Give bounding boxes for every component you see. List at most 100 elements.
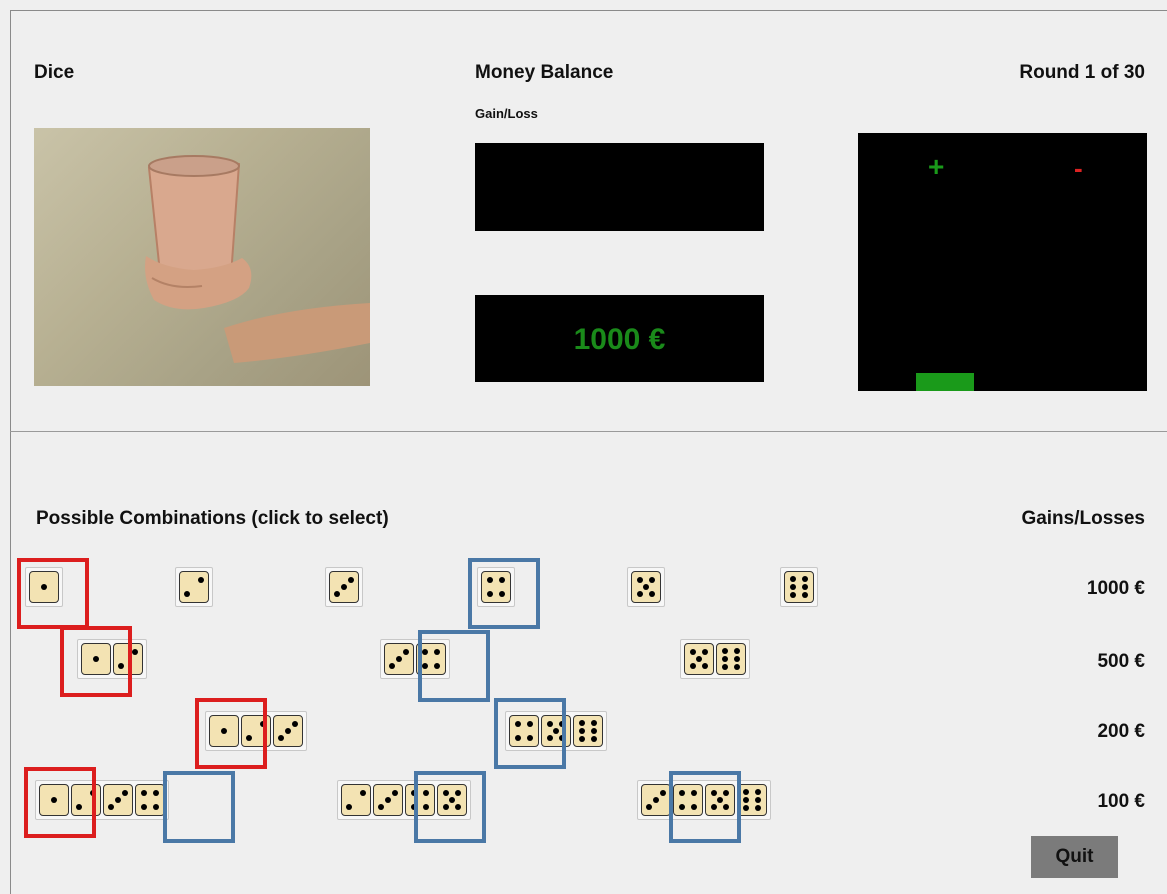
die-pip (410, 803, 417, 810)
die-pip (455, 790, 462, 797)
die-pip (140, 790, 147, 797)
amount-row-1: 1000 € (1086, 578, 1145, 599)
combination-button[interactable] (77, 639, 147, 679)
die-pip (691, 790, 698, 797)
minus-icon: - (1074, 153, 1083, 183)
die-pip (733, 656, 740, 662)
die-pip (722, 663, 729, 670)
combination-button[interactable] (680, 639, 750, 679)
die-pip (559, 721, 566, 728)
die-pip (499, 590, 506, 597)
die-pip (285, 728, 291, 734)
die-pip (659, 789, 666, 796)
die-pip (259, 720, 266, 727)
die-pip (41, 584, 47, 590)
die-pip (743, 797, 750, 803)
die-face-1-icon (29, 571, 59, 603)
combination-button[interactable] (35, 780, 169, 820)
die-face-5-icon (684, 643, 714, 675)
die-pip (702, 662, 709, 669)
combination-button[interactable] (380, 639, 450, 679)
combination-button[interactable] (337, 780, 471, 820)
die-pip (449, 797, 455, 803)
combination-button[interactable] (325, 567, 363, 607)
die-pip (590, 720, 597, 727)
die-face-4-icon (135, 784, 165, 816)
die-pip (197, 576, 204, 583)
die-pip (801, 591, 808, 598)
die-face-3-icon (103, 784, 133, 816)
die-face-2-icon (113, 643, 143, 675)
combination-button[interactable] (477, 567, 515, 607)
die-pip (743, 804, 750, 811)
die-face-5-icon (705, 784, 735, 816)
die-pip (678, 803, 685, 810)
combination-button[interactable] (505, 711, 607, 751)
die-pip (246, 735, 253, 742)
combinations-title: Possible Combinations (click to select) (36, 508, 389, 529)
gain-loss-indicator: + - (858, 133, 1147, 391)
die-pip (421, 649, 428, 656)
combination-button[interactable] (627, 567, 665, 607)
die-face-1-icon (39, 784, 69, 816)
combination-button[interactable] (175, 567, 213, 607)
die-pip (396, 656, 402, 662)
die-pip (442, 803, 449, 810)
die-face-3-icon (384, 643, 414, 675)
die-face-5-icon (437, 784, 467, 816)
die-pip (421, 662, 428, 669)
die-pip (723, 803, 730, 810)
dice-label: Dice (34, 62, 75, 83)
die-pip (790, 576, 797, 583)
die-face-6-icon (716, 643, 746, 675)
combination-button[interactable] (205, 711, 307, 751)
die-pip (678, 790, 685, 797)
die-pip (131, 648, 138, 655)
die-pip (115, 797, 121, 803)
die-face-2-icon (341, 784, 371, 816)
die-face-6-icon (784, 571, 814, 603)
die-face-3-icon (273, 715, 303, 747)
die-face-2-icon (241, 715, 271, 747)
amount-row-4: 100 € (1097, 791, 1145, 812)
die-face-2-icon (179, 571, 209, 603)
die-pip (636, 590, 643, 597)
gain-loss-display (475, 143, 764, 231)
die-pip (754, 797, 761, 803)
die-pip (434, 649, 441, 656)
die-pip (801, 584, 808, 590)
die-face-4-icon (416, 643, 446, 675)
die-pip (389, 663, 396, 670)
combination-button[interactable] (637, 780, 771, 820)
die-pip (334, 591, 341, 598)
die-pip (754, 804, 761, 811)
die-pip (291, 720, 298, 727)
die-pip (423, 790, 430, 797)
die-pip (717, 797, 723, 803)
die-pip (76, 804, 83, 811)
quit-button[interactable]: Quit (1031, 836, 1118, 878)
die-pip (221, 728, 227, 734)
die-pip (527, 734, 534, 741)
die-pip (359, 789, 366, 796)
die-pip (553, 728, 559, 734)
die-pip (696, 656, 702, 662)
die-pip (636, 577, 643, 584)
die-pip (51, 797, 57, 803)
die-face-1-icon (81, 643, 111, 675)
die-face-4-icon (481, 571, 511, 603)
die-pip (579, 720, 586, 727)
die-face-3-icon (641, 784, 671, 816)
dice-cup-photo (34, 128, 370, 386)
die-pip (722, 648, 729, 655)
combination-button[interactable] (25, 567, 63, 607)
die-pip (590, 735, 597, 742)
die-pip (442, 790, 449, 797)
section-divider (10, 431, 1167, 432)
balance-amount: 1000 € (573, 323, 666, 356)
gain-loss-label: Gain/Loss (475, 106, 538, 121)
die-pip (341, 584, 347, 590)
die-pip (653, 797, 659, 803)
die-pip (423, 803, 430, 810)
combination-button[interactable] (780, 567, 818, 607)
